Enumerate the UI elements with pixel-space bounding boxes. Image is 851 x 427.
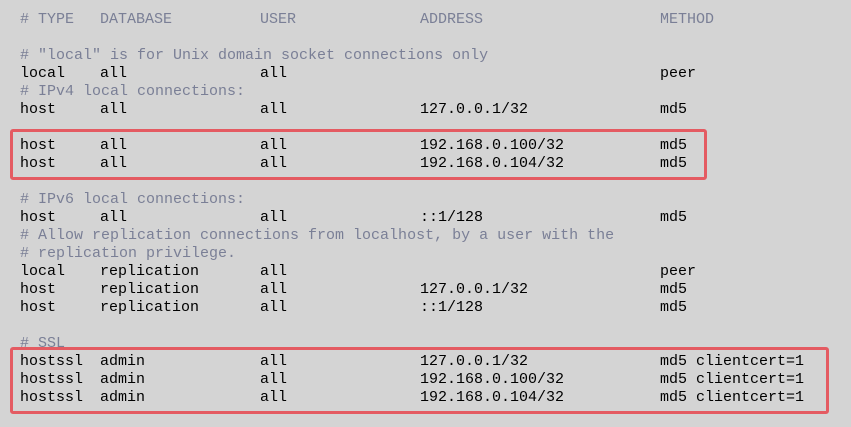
row-database: replication (100, 263, 200, 280)
row-user: all (260, 371, 288, 388)
row-user: all (260, 137, 288, 154)
row-user: all (260, 155, 288, 172)
row-type: hostssl (20, 353, 84, 370)
row-method: peer (660, 65, 697, 82)
row-method: md5 (660, 299, 688, 316)
config-row: host all all ::1/128 md5 (20, 209, 687, 227)
config-row: local replication all peer (20, 263, 696, 281)
row-type: host (20, 155, 57, 172)
row-method: md5 (660, 209, 688, 226)
config-row: hostssl admin all 192.168.0.104/32 md5 c… (20, 389, 804, 407)
config-row: host all all 127.0.0.1/32 md5 (20, 101, 687, 119)
row-user: all (260, 353, 288, 370)
row-method: md5 (660, 281, 688, 298)
row-user: all (260, 281, 288, 298)
row-address: 127.0.0.1/32 (420, 101, 529, 118)
row-address: 192.168.0.104/32 (420, 389, 565, 406)
row-type: host (20, 281, 57, 298)
row-database: all (100, 137, 128, 154)
row-type: host (20, 299, 57, 316)
header-user: USER (260, 11, 297, 28)
row-method: md5 clientcert=1 (660, 389, 805, 406)
comment-replication-privilege: # replication privilege. (20, 245, 237, 262)
comment-ipv6: # IPv6 local connections: (20, 191, 246, 208)
row-database: admin (100, 371, 146, 388)
row-method: md5 (660, 101, 688, 118)
config-row: host replication all 127.0.0.1/32 md5 (20, 281, 687, 299)
row-type: host (20, 137, 57, 154)
row-database: all (100, 155, 128, 172)
header-database: DATABASE (100, 11, 173, 28)
row-address: 127.0.0.1/32 (420, 353, 529, 370)
config-row: local all all peer (20, 65, 696, 83)
row-database: replication (100, 281, 200, 298)
row-method: peer (660, 263, 697, 280)
header-type: # TYPE (20, 11, 75, 28)
comment-ipv4: # IPv4 local connections: (20, 83, 246, 100)
header-address: ADDRESS (420, 11, 484, 28)
config-row: host replication all ::1/128 md5 (20, 299, 687, 317)
row-type: local (20, 65, 66, 82)
config-row: host all all 192.168.0.104/32 md5 (20, 155, 687, 173)
config-row: host all all 192.168.0.100/32 md5 (20, 137, 687, 155)
row-address: 192.168.0.104/32 (420, 155, 565, 172)
row-user: all (260, 389, 288, 406)
terminal-window: # TYPE DATABASE USER ADDRESS METHOD # "l… (0, 0, 851, 427)
header-row: # TYPE DATABASE USER ADDRESS METHOD (20, 11, 714, 29)
row-method: md5 (660, 137, 688, 154)
row-type: hostssl (20, 371, 84, 388)
row-database: all (100, 209, 128, 226)
row-database: admin (100, 353, 146, 370)
header-method: METHOD (660, 11, 715, 28)
row-database: replication (100, 299, 200, 316)
row-type: host (20, 209, 57, 226)
row-method: md5 (660, 155, 688, 172)
row-database: all (100, 65, 128, 82)
row-method: md5 clientcert=1 (660, 353, 805, 370)
config-row: hostssl admin all 127.0.0.1/32 md5 clien… (20, 353, 804, 371)
row-address: ::1/128 (420, 299, 484, 316)
row-user: all (260, 101, 288, 118)
config-row: hostssl admin all 192.168.0.100/32 md5 c… (20, 371, 804, 389)
comment-replication: # Allow replication connections from loc… (20, 227, 615, 244)
row-type: host (20, 101, 57, 118)
row-user: all (260, 209, 288, 226)
row-address: 192.168.0.100/32 (420, 371, 565, 388)
comment-local: # "local" is for Unix domain socket conn… (20, 47, 489, 64)
row-user: all (260, 263, 288, 280)
row-user: all (260, 65, 288, 82)
row-type: local (20, 263, 66, 280)
row-method: md5 clientcert=1 (660, 371, 805, 388)
row-address: 192.168.0.100/32 (420, 137, 565, 154)
row-database: all (100, 101, 128, 118)
row-address: 127.0.0.1/32 (420, 281, 529, 298)
row-address: ::1/128 (420, 209, 484, 226)
row-type: hostssl (20, 389, 84, 406)
row-user: all (260, 299, 288, 316)
row-database: admin (100, 389, 146, 406)
